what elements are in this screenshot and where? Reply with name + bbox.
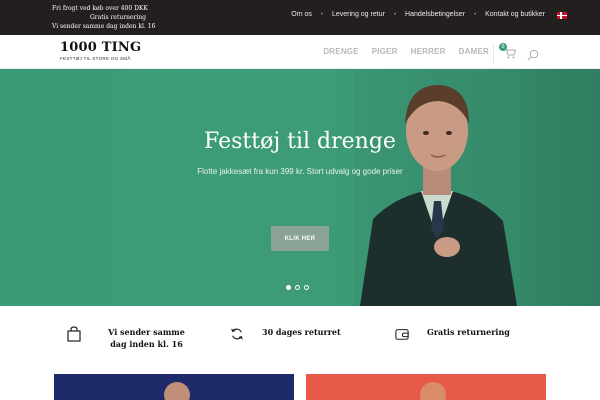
hero-banner: Festtøj til drenge Flotte jakkesæt fra k…	[0, 69, 600, 306]
logo-name: 1000 TING	[60, 40, 142, 55]
top-nav-terms[interactable]: Handelsbetingelser	[405, 11, 465, 18]
separator: •	[393, 11, 397, 18]
main-nav: DRENGE PIGER HERRER DAMER	[323, 47, 489, 56]
hero-boy-image	[355, 69, 520, 306]
features-strip: Vi sender samme dag inden kl. 16 30 dage…	[0, 306, 600, 374]
promo-text: Fri frogt ved køb over 400 DKK Gratis re…	[52, 4, 156, 31]
site-header: 1000 TING FESTTØJ TIL STORE OG SMÅ DRENG…	[0, 35, 600, 69]
nav-item-drenge[interactable]: DRENGE	[323, 47, 358, 56]
header-divider	[493, 44, 494, 64]
separator: •	[320, 11, 323, 18]
feature-returns: 30 dages returret	[230, 326, 341, 342]
top-nav-delivery[interactable]: Levering og retur	[332, 11, 385, 18]
promo-line-free-returns: Gratis returnering	[89, 14, 146, 21]
refresh-icon	[231, 328, 243, 340]
danish-flag-icon[interactable]	[557, 12, 567, 19]
top-nav-about[interactable]: Om os	[291, 11, 312, 18]
hero-title: Festtøj til drenge	[204, 129, 396, 154]
feature-free-returns: Gratis returnering	[395, 326, 510, 342]
promo-line-free-shipping: Fri frogt ved køb over 400 DKK	[52, 5, 148, 12]
promo-line-same-day: Vi sender samme dag inden kl. 16	[52, 23, 156, 30]
logo[interactable]: 1000 TING FESTTØJ TIL STORE OG SMÅ	[60, 40, 141, 61]
child-image	[420, 382, 446, 400]
slider-dots	[286, 285, 313, 290]
category-tile-girls[interactable]	[306, 374, 546, 400]
search-icon	[527, 49, 539, 61]
boy-image	[164, 382, 190, 400]
slider-dot-2[interactable]	[295, 285, 300, 290]
separator: •	[473, 11, 477, 18]
nav-item-herrer[interactable]: HERRER	[411, 47, 446, 56]
cart-button[interactable]: 0	[499, 43, 517, 59]
wallet-icon	[395, 329, 409, 340]
nav-item-piger[interactable]: PIGER	[372, 47, 398, 56]
category-tile-boys[interactable]	[54, 374, 294, 400]
search-button[interactable]	[527, 46, 539, 61]
nav-item-damer[interactable]: DAMER	[459, 47, 489, 56]
feature-same-day-text: Vi sender samme dag inden kl. 16	[108, 327, 185, 349]
shopping-bag-icon	[67, 326, 81, 342]
top-nav: Om os • Levering og retur • Handelsbetin…	[291, 11, 545, 18]
hero-subtitle: Flotte jakkesæt fra kun 399 kr. Stort ud…	[197, 167, 403, 176]
feature-free-returns-text: Gratis returnering	[427, 327, 510, 337]
feature-returns-text: 30 dages returret	[262, 327, 341, 337]
slider-dot-3[interactable]	[304, 285, 309, 290]
cart-count-badge: 0	[499, 43, 507, 51]
feature-same-day: Vi sender samme dag inden kl. 16	[67, 326, 194, 350]
top-nav-contact[interactable]: Kontakt og butikker	[485, 11, 545, 18]
slider-dot-1[interactable]	[286, 285, 291, 290]
logo-tagline: FESTTØJ TIL STORE OG SMÅ	[60, 56, 131, 61]
hero-cta-button[interactable]: KLIK HER	[271, 226, 329, 251]
top-bar: Fri frogt ved køb over 400 DKK Gratis re…	[0, 0, 600, 35]
